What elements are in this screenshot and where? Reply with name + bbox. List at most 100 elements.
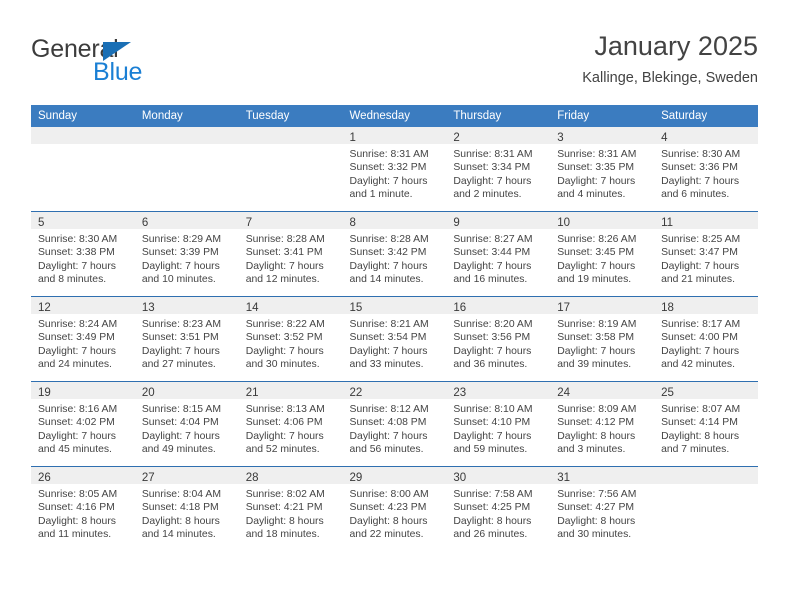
day-number: 25 <box>661 387 674 399</box>
daylight-text: and 16 minutes. <box>453 274 528 286</box>
day-cell-details: Sunrise: 8:24 AM Sunset: 3:49 PM Daylight:… <box>31 314 135 372</box>
day-number-band: 3 <box>550 127 655 144</box>
sunrise-text: Sunrise: 8:13 AM <box>245 404 325 415</box>
weekday-header-monday: Monday <box>134 105 239 127</box>
calendar-day-cell[interactable]: 29 Sunrise: 8:00 AM Sunset: 4:23 PM Dayligh… <box>342 466 447 551</box>
calendar-day-cell[interactable]: 13 Sunrise: 8:23 AM Sunset: 3:51 PM Dayligh… <box>134 296 239 382</box>
day-cell-details: Sunrise: 8:09 AM Sunset: 4:12 PM Daylight:… <box>550 399 654 457</box>
day-number-band: 30 <box>446 467 551 484</box>
day-cell-details: Sunrise: 8:31 AM Sunset: 3:32 PM Daylight:… <box>343 144 447 202</box>
daylight-text: Daylight: 7 hours <box>349 175 428 187</box>
day-number-band: 6 <box>134 212 239 229</box>
daylight-text: Daylight: 7 hours <box>38 260 116 272</box>
calendar-day-cell[interactable]: 6 Sunrise: 8:29 AM Sunset: 3:39 PM Daylight… <box>134 211 239 297</box>
daylight-text: and 30 minutes. <box>557 529 632 541</box>
sunrise-text: Sunrise: 8:05 AM <box>38 489 118 500</box>
calendar-day-cell[interactable]: 9 Sunrise: 8:27 AM Sunset: 3:44 PM Daylight… <box>446 211 551 297</box>
calendar-day-cell[interactable]: 30 Sunrise: 7:58 AM Sunset: 4:25 PM Dayligh… <box>446 466 551 551</box>
calendar-day-cell-empty <box>134 127 239 212</box>
day-number-band: 19 <box>31 382 135 399</box>
calendar-day-cell[interactable]: 19 Sunrise: 8:16 AM Sunset: 4:02 PM Dayligh… <box>31 381 135 467</box>
calendar-day-cell[interactable]: 25 Sunrise: 8:07 AM Sunset: 4:14 PM Dayligh… <box>654 381 758 467</box>
daylight-text: Daylight: 7 hours <box>661 345 740 357</box>
day-cell-details: Sunrise: 8:13 AM Sunset: 4:06 PM Daylight:… <box>239 399 343 457</box>
day-cell-details: Sunrise: 8:04 AM Sunset: 4:18 PM Daylight:… <box>135 484 239 542</box>
calendar-day-cell[interactable]: 2 Sunrise: 8:31 AM Sunset: 3:34 PM Daylight… <box>446 127 551 212</box>
sunset-text: Sunset: 3:42 PM <box>349 247 427 259</box>
day-cell-details: Sunrise: 8:16 AM Sunset: 4:02 PM Daylight:… <box>31 399 135 457</box>
calendar-day-cell[interactable]: 27 Sunrise: 8:04 AM Sunset: 4:18 PM Dayligh… <box>134 466 239 551</box>
day-number-band: 11 <box>654 212 758 229</box>
calendar-day-cell[interactable]: 1 Sunrise: 8:31 AM Sunset: 3:32 PM Daylight… <box>342 127 447 212</box>
sunset-text: Sunset: 3:38 PM <box>38 247 115 259</box>
day-number-band: 8 <box>342 212 447 229</box>
calendar-day-cell[interactable]: 26 Sunrise: 8:05 AM Sunset: 4:16 PM Dayligh… <box>31 466 135 551</box>
sunset-text: Sunset: 4:10 PM <box>453 417 531 429</box>
daylight-text: and 11 minutes. <box>38 529 112 541</box>
sunrise-text: Sunrise: 7:56 AM <box>557 489 637 500</box>
calendar-day-cell[interactable]: 4 Sunrise: 8:30 AM Sunset: 3:36 PM Daylight… <box>654 127 758 212</box>
calendar-day-cell[interactable]: 18 Sunrise: 8:17 AM Sunset: 4:00 PM Dayligh… <box>654 296 758 382</box>
calendar-day-cell[interactable]: 3 Sunrise: 8:31 AM Sunset: 3:35 PM Daylight… <box>550 127 655 212</box>
calendar-day-cell[interactable]: 16 Sunrise: 8:20 AM Sunset: 3:56 PM Dayligh… <box>446 296 551 382</box>
day-number: 22 <box>349 387 363 399</box>
calendar-day-cell[interactable]: 22 Sunrise: 8:12 AM Sunset: 4:08 PM Dayligh… <box>342 381 447 467</box>
day-number: 11 <box>661 217 674 229</box>
day-number-band: 31 <box>550 467 655 484</box>
calendar-day-cell[interactable]: 23 Sunrise: 8:10 AM Sunset: 4:10 PM Dayligh… <box>446 381 551 467</box>
daylight-text: Daylight: 7 hours <box>38 345 116 357</box>
sunset-text: Sunset: 3:54 PM <box>349 332 427 344</box>
day-cell-details: Sunrise: 8:15 AM Sunset: 4:04 PM Daylight:… <box>135 399 239 457</box>
daylight-text: and 27 minutes. <box>141 359 216 371</box>
sunset-text: Sunset: 3:45 PM <box>557 247 635 259</box>
daylight-text: Daylight: 7 hours <box>38 430 116 442</box>
day-number-band: 22 <box>342 382 447 399</box>
calendar-day-cell[interactable]: 31 Sunrise: 7:56 AM Sunset: 4:27 PM Dayligh… <box>550 466 655 551</box>
calendar-day-cell[interactable]: 24 Sunrise: 8:09 AM Sunset: 4:12 PM Dayligh… <box>550 381 655 467</box>
day-cell-details: Sunrise: 8:17 AM Sunset: 4:00 PM Daylight:… <box>654 314 758 372</box>
day-cell-details: Sunrise: 8:27 AM Sunset: 3:44 PM Daylight:… <box>446 229 550 287</box>
page-subtitle: Kallinge, Blekinge, Sweden <box>582 70 758 86</box>
page-title: January 2025 <box>594 31 758 61</box>
day-cell-details: Sunrise: 8:07 AM Sunset: 4:14 PM Daylight:… <box>654 399 758 457</box>
day-number: 3 <box>557 132 564 144</box>
calendar-day-cell[interactable]: 12 Sunrise: 8:24 AM Sunset: 3:49 PM Dayligh… <box>31 296 135 382</box>
day-number: 9 <box>453 217 460 229</box>
day-cell-details: Sunrise: 8:30 AM Sunset: 3:36 PM Daylight:… <box>654 144 758 202</box>
weekday-header-friday: Friday <box>550 105 655 127</box>
sunrise-text: Sunrise: 7:58 AM <box>453 489 533 500</box>
calendar-day-cell[interactable]: 17 Sunrise: 8:19 AM Sunset: 3:58 PM Dayligh… <box>550 296 655 382</box>
daylight-text: and 14 minutes. <box>349 274 424 286</box>
calendar-day-cell[interactable]: 5 Sunrise: 8:30 AM Sunset: 3:38 PM Daylight… <box>31 211 135 297</box>
sunrise-text: Sunrise: 8:25 AM <box>661 234 741 245</box>
calendar-day-cell[interactable]: 15 Sunrise: 8:21 AM Sunset: 3:54 PM Dayligh… <box>342 296 447 382</box>
daylight-text: Daylight: 8 hours <box>38 515 116 527</box>
sunrise-text: Sunrise: 8:00 AM <box>349 489 429 500</box>
sunrise-text: Sunrise: 8:28 AM <box>349 234 429 245</box>
daylight-text: and 30 minutes. <box>245 359 320 371</box>
calendar-header-row: Sunday Monday Tuesday Wednesday Thursday Frid… <box>31 105 758 127</box>
calendar-day-cell[interactable]: 21 Sunrise: 8:13 AM Sunset: 4:06 PM Dayligh… <box>238 381 343 467</box>
daylight-text: Daylight: 8 hours <box>141 515 220 527</box>
calendar-day-cell[interactable]: 14 Sunrise: 8:22 AM Sunset: 3:52 PM Dayligh… <box>238 296 343 382</box>
daylight-text: and 7 minutes. <box>661 444 730 456</box>
day-number-band: 15 <box>342 297 447 314</box>
daylight-text: Daylight: 7 hours <box>557 260 636 272</box>
calendar-day-cell[interactable]: 7 Sunrise: 8:28 AM Sunset: 3:41 PM Daylight… <box>238 211 343 297</box>
day-cell-details: Sunrise: 8:31 AM Sunset: 3:35 PM Daylight:… <box>550 144 654 202</box>
calendar-day-cell[interactable]: 20 Sunrise: 8:15 AM Sunset: 4:04 PM Dayligh… <box>134 381 239 467</box>
day-number: 15 <box>349 302 363 314</box>
calendar-day-cell[interactable]: 11 Sunrise: 8:25 AM Sunset: 3:47 PM Dayligh… <box>654 211 758 297</box>
calendar-week-row: 19 Sunrise: 8:16 AM Sunset: 4:02 PM Dayligh… <box>31 381 758 467</box>
calendar-day-cell[interactable]: 8 Sunrise: 8:28 AM Sunset: 3:42 PM Daylight… <box>342 211 447 297</box>
day-number: 27 <box>141 472 155 484</box>
sunset-text: Sunset: 3:58 PM <box>557 332 635 344</box>
day-number: 13 <box>141 302 155 314</box>
calendar-day-cell[interactable]: 10 Sunrise: 8:26 AM Sunset: 3:45 PM Dayligh… <box>550 211 655 297</box>
day-number-band: 24 <box>550 382 655 399</box>
sunset-text: Sunset: 3:44 PM <box>453 247 531 259</box>
sunset-text: Sunset: 4:16 PM <box>38 502 115 514</box>
day-cell-details <box>239 144 343 148</box>
daylight-text: Daylight: 7 hours <box>349 345 428 357</box>
calendar-day-cell[interactable]: 28 Sunrise: 8:02 AM Sunset: 4:21 PM Dayligh… <box>238 466 343 551</box>
